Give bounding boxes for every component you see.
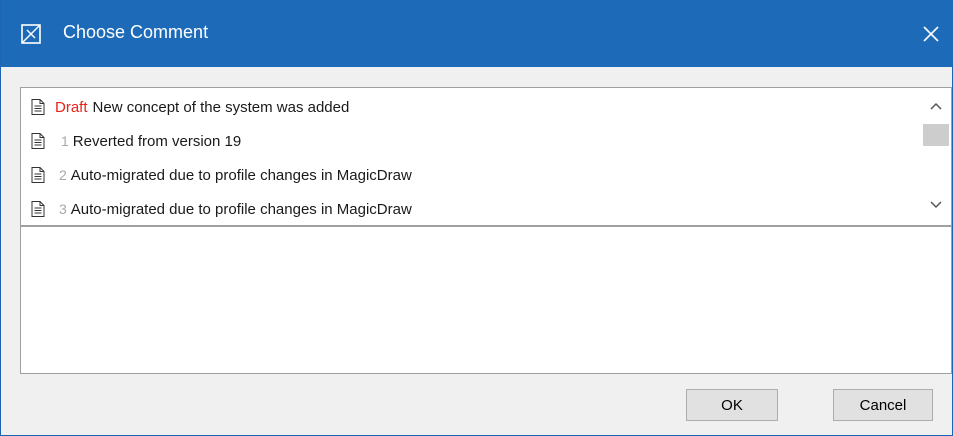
- comment-list[interactable]: Draft New concept of the system was adde…: [20, 87, 952, 226]
- scroll-thumb[interactable]: [923, 124, 949, 146]
- list-item[interactable]: 1 Reverted from version 19: [21, 125, 921, 157]
- comment-text: Auto-migrated due to profile changes in …: [70, 166, 412, 184]
- close-button[interactable]: [908, 0, 953, 67]
- document-icon: [31, 99, 45, 115]
- revision-number: 3: [59, 201, 67, 217]
- cancel-button[interactable]: Cancel: [833, 389, 933, 421]
- list-item[interactable]: 3 Auto-migrated due to profile changes i…: [21, 193, 921, 225]
- comment-text-area[interactable]: [20, 226, 952, 374]
- document-icon: [31, 167, 45, 183]
- revision-number: 2: [59, 167, 67, 183]
- revision-number: 1: [61, 133, 69, 149]
- comment-text: Reverted from version 19: [72, 132, 242, 150]
- document-icon: [31, 133, 45, 149]
- comment-text: Auto-migrated due to profile changes in …: [70, 200, 412, 218]
- vertical-scrollbar[interactable]: [921, 88, 951, 225]
- chevron-up-icon: [930, 102, 942, 110]
- document-icon: [31, 201, 45, 217]
- title-bar[interactable]: Choose Comment: [1, 0, 953, 67]
- ok-button[interactable]: OK: [686, 389, 778, 421]
- list-item[interactable]: 2 Auto-migrated due to profile changes i…: [21, 159, 921, 191]
- comment-dialog-icon: [21, 24, 41, 44]
- list-item[interactable]: Draft New concept of the system was adde…: [21, 91, 921, 123]
- choose-comment-dialog: Choose Comment Draft New concept of the …: [0, 0, 953, 436]
- scroll-up-button[interactable]: [921, 96, 951, 116]
- chevron-down-icon: [930, 201, 942, 209]
- draft-tag: Draft: [55, 98, 88, 116]
- comment-text: New concept of the system was added: [92, 98, 350, 116]
- scroll-down-button[interactable]: [921, 195, 951, 215]
- dialog-title: Choose Comment: [63, 22, 209, 42]
- close-icon: [923, 25, 939, 42]
